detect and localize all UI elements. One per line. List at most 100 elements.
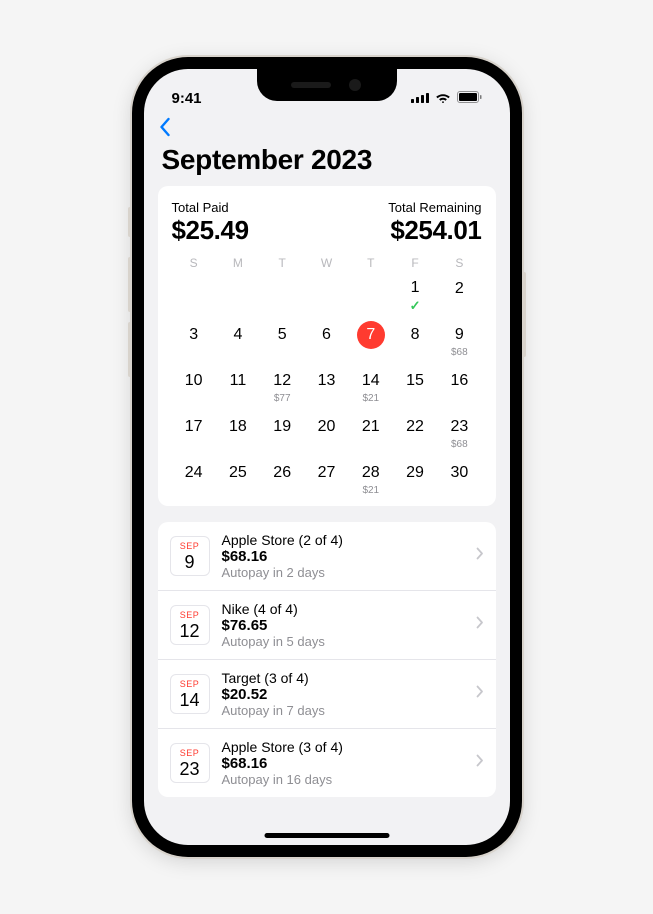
- day-number: 23: [445, 413, 473, 441]
- switch-button: [128, 207, 132, 237]
- weekday-label: W: [304, 256, 348, 270]
- calendar-day[interactable]: 2: [437, 272, 481, 314]
- calendar-day[interactable]: 28$21: [349, 456, 393, 498]
- volume-up-button: [128, 257, 132, 312]
- summary-card: Total Paid $25.49 Total Remaining $254.0…: [158, 186, 496, 506]
- day-number: 13: [312, 367, 340, 395]
- payment-row[interactable]: SEP9Apple Store (2 of 4)$68.16Autopay in…: [158, 522, 496, 591]
- day-amount: $68: [451, 347, 468, 358]
- date-badge: SEP14: [170, 674, 210, 714]
- calendar-day[interactable]: 27: [304, 456, 348, 498]
- date-badge: SEP23: [170, 743, 210, 783]
- payment-subtitle: Autopay in 16 days: [222, 772, 464, 787]
- calendar-day[interactable]: 4: [216, 318, 260, 360]
- payment-title: Target (3 of 4): [222, 670, 464, 686]
- payment-amount: $20.52: [222, 686, 464, 703]
- weekday-label: S: [172, 256, 216, 270]
- calendar-day[interactable]: 7: [349, 318, 393, 360]
- calendar-day[interactable]: 25: [216, 456, 260, 498]
- payment-info: Nike (4 of 4)$76.65Autopay in 5 days: [222, 601, 464, 649]
- date-month: SEP: [180, 611, 200, 620]
- header: September 2023: [144, 142, 510, 186]
- day-number: 15: [401, 367, 429, 395]
- calendar-day[interactable]: 3: [172, 318, 216, 360]
- calendar-day[interactable]: 19: [260, 410, 304, 452]
- payments-list: SEP9Apple Store (2 of 4)$68.16Autopay in…: [158, 522, 496, 797]
- calendar-day[interactable]: 23$68: [437, 410, 481, 452]
- weekday-label: S: [437, 256, 481, 270]
- day-number: 14: [357, 367, 385, 395]
- home-indicator[interactable]: [264, 833, 389, 838]
- weekday-header: SMTWTFS: [172, 256, 482, 270]
- payment-row[interactable]: SEP23 Apple Store (3 of 4)$68.16Autopay i…: [158, 729, 496, 797]
- weekday-label: F: [393, 256, 437, 270]
- day-number: 6: [312, 321, 340, 349]
- power-button: [522, 272, 526, 357]
- payment-row[interactable]: SEP12 Nike (4 of 4)$76.65Autopay in 5 day…: [158, 591, 496, 660]
- status-icons: [411, 90, 482, 107]
- calendar-day[interactable]: 16: [437, 364, 481, 406]
- calendar-day[interactable]: 12$77: [260, 364, 304, 406]
- calendar-day[interactable]: 21: [349, 410, 393, 452]
- payment-amount: $68.16: [222, 548, 464, 565]
- day-number: 27: [312, 459, 340, 487]
- back-button[interactable]: [158, 124, 171, 141]
- calendar-day[interactable]: 9$68: [437, 318, 481, 360]
- calendar-day[interactable]: 17: [172, 410, 216, 452]
- date-day: 14: [179, 691, 199, 709]
- payment-title: Apple Store (3 of 4): [222, 739, 464, 755]
- calendar-day[interactable]: 14$21: [349, 364, 393, 406]
- day-number: 12: [268, 367, 296, 395]
- calendar-day[interactable]: 10: [172, 364, 216, 406]
- payment-subtitle: Autopay in 5 days: [222, 634, 464, 649]
- calendar-day: [172, 272, 216, 314]
- calendar-day[interactable]: 30: [437, 456, 481, 498]
- total-paid: Total Paid $25.49: [172, 200, 249, 246]
- calendar-day[interactable]: 11: [216, 364, 260, 406]
- payment-title: Apple Store (2 of 4): [222, 532, 464, 548]
- payment-amount: $68.16: [222, 755, 464, 772]
- day-amount: $77: [274, 393, 291, 404]
- phone-frame: 9:41 September 2023: [132, 57, 522, 857]
- calendar-day[interactable]: 18: [216, 410, 260, 452]
- calendar-day[interactable]: 8: [393, 318, 437, 360]
- day-number: 2: [445, 275, 473, 303]
- calendar-day[interactable]: 1✓: [393, 272, 437, 314]
- calendar-day[interactable]: 22: [393, 410, 437, 452]
- calendar-day[interactable]: 15: [393, 364, 437, 406]
- day-number: 26: [268, 459, 296, 487]
- day-number: 10: [180, 367, 208, 395]
- calendar-day[interactable]: 6: [304, 318, 348, 360]
- payment-info: Apple Store (3 of 4)$68.16Autopay in 16 …: [222, 739, 464, 787]
- date-badge: SEP12: [170, 605, 210, 645]
- day-number: 7: [357, 321, 385, 349]
- weekday-label: T: [260, 256, 304, 270]
- chevron-right-icon: [476, 547, 484, 565]
- day-number: 29: [401, 459, 429, 487]
- chevron-right-icon: [476, 616, 484, 634]
- nav-bar: [144, 113, 510, 142]
- cellular-icon: [411, 90, 429, 107]
- calendar-day[interactable]: 20: [304, 410, 348, 452]
- day-number: 18: [224, 413, 252, 441]
- check-icon: ✓: [410, 298, 421, 314]
- calendar-day[interactable]: 24: [172, 456, 216, 498]
- day-number: 5: [268, 321, 296, 349]
- calendar-day[interactable]: 13: [304, 364, 348, 406]
- date-month: SEP: [180, 542, 200, 551]
- calendar-day[interactable]: 5: [260, 318, 304, 360]
- day-number: 1: [401, 275, 429, 300]
- calendar-day[interactable]: 29: [393, 456, 437, 498]
- day-amount: $21: [362, 485, 379, 496]
- calendar-day: [216, 272, 260, 314]
- screen: 9:41 September 2023: [144, 69, 510, 845]
- day-amount: $68: [451, 439, 468, 450]
- day-amount: $21: [362, 393, 379, 404]
- day-number: 9: [445, 321, 473, 349]
- volume-down-button: [128, 322, 132, 377]
- calendar-day[interactable]: 26: [260, 456, 304, 498]
- day-number: 28: [357, 459, 385, 487]
- day-number: 20: [312, 413, 340, 441]
- payment-row[interactable]: SEP14Target (3 of 4)$20.52Autopay in 7 d…: [158, 660, 496, 729]
- day-number: 19: [268, 413, 296, 441]
